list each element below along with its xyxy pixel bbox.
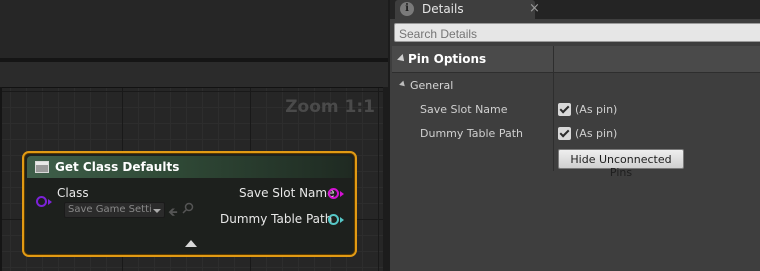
save-slot-name-pin-arrow-icon xyxy=(340,191,344,197)
dummy-table-path-as-pin-label: (As pin) xyxy=(575,127,618,140)
info-icon: i xyxy=(400,2,414,16)
category-label: Pin Options xyxy=(408,52,487,66)
property-label-save-slot-name: Save Slot Name xyxy=(420,103,508,116)
search-details-input[interactable] xyxy=(394,23,760,42)
save-slot-name-as-pin-label: (As pin) xyxy=(575,103,618,116)
close-icon[interactable]: × xyxy=(529,1,540,16)
property-label-dummy-table-path: Dummy Table Path xyxy=(420,127,523,140)
class-input-pin-arrow-icon xyxy=(48,199,52,205)
graph-left-border xyxy=(0,87,2,271)
use-selected-arrow-icon[interactable]: 🡸 xyxy=(168,203,178,224)
subcategory-label: General xyxy=(410,79,454,92)
hide-unconnected-pins-button[interactable]: Hide Unconnected Pins xyxy=(558,149,684,179)
category-pin-options[interactable]: Pin Options xyxy=(392,46,760,73)
collapse-arrow-icon xyxy=(397,54,407,64)
subcategory-general[interactable]: General xyxy=(392,74,760,97)
class-icon xyxy=(35,161,49,173)
chevron-down-icon xyxy=(153,209,161,213)
node-title: Get Class Defaults xyxy=(55,160,180,174)
dummy-table-path-pin-arrow-icon xyxy=(340,217,344,223)
graph-header-band xyxy=(0,62,388,87)
zoom-indicator: Zoom 1:1 xyxy=(285,97,375,117)
dummy-table-path-as-pin-checkbox[interactable] xyxy=(558,127,571,140)
class-select-value: Save Game Setti xyxy=(68,204,152,215)
save-slot-name-as-pin-checkbox[interactable] xyxy=(558,103,571,116)
tab-strip: i Details × xyxy=(390,0,760,19)
tab-details-label: Details xyxy=(422,2,464,16)
tab-details[interactable]: i Details × xyxy=(395,0,540,19)
browse-search-icon[interactable] xyxy=(182,202,194,214)
dummy-table-path-output-pin[interactable] xyxy=(328,214,339,225)
node-header[interactable]: Get Class Defaults xyxy=(27,156,352,178)
graph-toolbar-area xyxy=(0,0,388,58)
save-slot-name-output-pin[interactable] xyxy=(328,188,339,199)
class-input-pin[interactable] xyxy=(36,196,47,207)
details-panel: i Details × Pin Options General Save Slo… xyxy=(388,0,760,271)
class-input-label: Class xyxy=(57,186,89,200)
class-select-dropdown[interactable]: Save Game Setti xyxy=(64,202,165,218)
dummy-table-path-output-label: Dummy Table Path xyxy=(220,212,333,226)
collapse-arrow-icon xyxy=(399,80,407,89)
column-divider[interactable] xyxy=(553,46,554,171)
expand-advanced-pins-icon[interactable] xyxy=(185,240,197,247)
save-slot-name-output-label: Save Slot Name xyxy=(239,186,335,200)
